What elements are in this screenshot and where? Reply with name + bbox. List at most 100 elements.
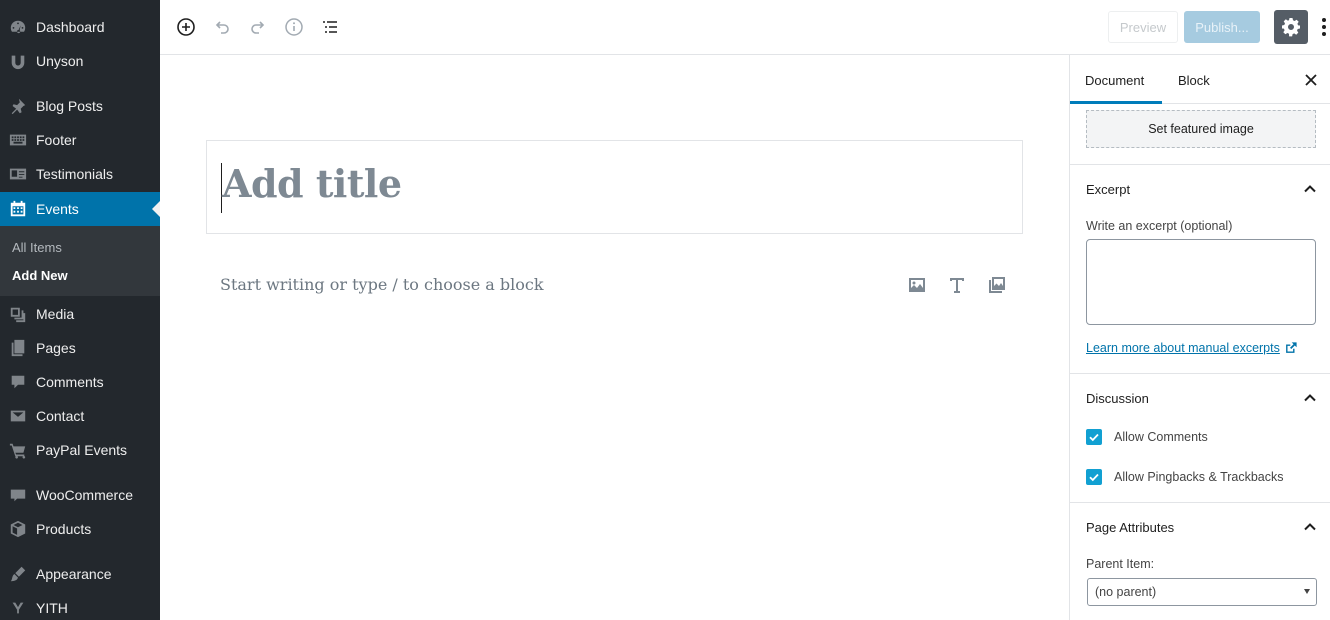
comment-icon (8, 372, 28, 392)
close-icon (1305, 74, 1317, 86)
tab-block[interactable]: Block (1178, 73, 1210, 88)
pages-icon (8, 338, 28, 358)
info-button[interactable] (282, 15, 306, 39)
woocommerce-icon (8, 485, 28, 505)
menu-item-label: Media (36, 306, 75, 322)
redo-button[interactable] (246, 15, 270, 39)
editor-toolbar: Preview Publish... (160, 0, 1330, 55)
heading-icon (950, 278, 964, 293)
add-block-icon (177, 18, 195, 36)
menu-item-media[interactable]: Media (0, 297, 160, 331)
page-attributes-panel-title[interactable]: Page Attributes (1086, 520, 1174, 535)
menu-item-yith[interactable]: YITH (0, 591, 160, 620)
discussion-panel-title[interactable]: Discussion (1086, 391, 1149, 406)
menu-item-comments[interactable]: Comments (0, 365, 160, 399)
parent-item-label: Parent Item: (1086, 557, 1155, 571)
pin-icon (8, 96, 28, 116)
divider (1070, 373, 1330, 374)
gear-icon (1282, 18, 1300, 37)
menu-item-testimonials[interactable]: Testimonials (0, 157, 160, 191)
more-menu-button[interactable] (1318, 13, 1330, 41)
excerpt-panel-title[interactable]: Excerpt (1086, 182, 1130, 197)
menu-item-label: Footer (36, 132, 77, 148)
menu-item-contact[interactable]: Contact (0, 399, 160, 433)
submenu-all-items[interactable]: All Items (12, 240, 62, 255)
menu-item-paypal-events[interactable]: PayPal Events (0, 433, 160, 467)
chevron-up-icon[interactable] (1302, 519, 1318, 535)
learn-more-excerpts-link[interactable]: Learn more about manual excerpts (1086, 341, 1298, 355)
allow-comments-label[interactable]: Allow Comments (1114, 430, 1208, 444)
allow-comments-checkbox[interactable] (1086, 429, 1102, 445)
yith-icon (8, 598, 28, 618)
menu-item-label: Appearance (36, 566, 112, 582)
insert-gallery-button[interactable] (985, 273, 1009, 297)
excerpt-label: Write an excerpt (optional) (1086, 219, 1233, 233)
allow-pingbacks-label[interactable]: Allow Pingbacks & Trackbacks (1114, 470, 1284, 484)
insert-heading-button[interactable] (945, 273, 969, 297)
tab-document[interactable]: Document (1085, 73, 1144, 88)
undo-button[interactable] (210, 15, 234, 39)
calendar-icon (8, 199, 28, 219)
editor-canvas: Add title Start writing or type / to cho… (160, 55, 1069, 620)
menu-item-label: Unyson (36, 53, 84, 69)
insert-image-button[interactable] (905, 273, 929, 297)
menu-item-label: Contact (36, 408, 85, 424)
menu-item-label: Testimonials (36, 166, 114, 182)
checkmark-icon (1089, 473, 1099, 482)
title-placeholder: Add title (222, 161, 402, 206)
mail-icon (8, 406, 28, 426)
menu-item-label: Comments (36, 374, 104, 390)
menu-item-events[interactable]: Events (0, 192, 160, 226)
info-icon (285, 18, 303, 36)
excerpt-textarea[interactable] (1086, 239, 1316, 325)
chevron-up-icon[interactable] (1302, 390, 1318, 406)
parent-item-select[interactable]: (no parent) (1087, 578, 1317, 606)
cart-icon (8, 440, 28, 460)
menu-item-products[interactable]: Products (0, 512, 160, 546)
menu-item-blog-posts[interactable]: Blog Posts (0, 89, 160, 123)
redo-icon (251, 21, 265, 34)
menu-item-label: PayPal Events (36, 442, 128, 458)
external-link-icon (1285, 342, 1297, 353)
id-card-icon (8, 164, 28, 184)
dropdown-arrow-icon (1304, 589, 1310, 594)
menu-item-label: YITH (36, 600, 68, 616)
menu-item-dashboard[interactable]: Dashboard (0, 10, 160, 44)
media-icon (8, 304, 28, 324)
add-block-button[interactable] (174, 15, 198, 39)
chevron-up-icon[interactable] (1302, 181, 1318, 197)
unyson-icon (8, 51, 28, 71)
menu-item-unyson[interactable]: Unyson (0, 44, 160, 78)
menu-item-appearance[interactable]: Appearance (0, 557, 160, 591)
menu-item-label: Blog Posts (36, 98, 103, 114)
learn-more-label: Learn more about manual excerpts (1086, 341, 1280, 355)
sidebar-tabs: Document Block (1070, 55, 1330, 104)
undo-icon (215, 21, 229, 34)
checkmark-icon (1089, 433, 1099, 442)
image-icon (909, 278, 925, 292)
events-submenu: All Items Add New (0, 226, 160, 296)
allow-pingbacks-checkbox[interactable] (1086, 469, 1102, 485)
dashboard-icon (8, 17, 28, 37)
publish-button[interactable]: Publish... (1184, 11, 1260, 43)
gallery-icon (989, 277, 1005, 293)
outline-button[interactable] (318, 15, 342, 39)
menu-item-label: Products (36, 521, 92, 537)
preview-button[interactable]: Preview (1108, 11, 1178, 43)
menu-item-woocommerce[interactable]: WooCommerce (0, 478, 160, 512)
settings-sidebar: Document Block Set featured image Excerp… (1069, 55, 1330, 620)
submenu-add-new[interactable]: Add New (12, 268, 68, 283)
brush-icon (8, 564, 28, 584)
active-tab-indicator (1070, 101, 1162, 104)
menu-item-footer[interactable]: Footer (0, 123, 160, 157)
close-sidebar-button[interactable] (1303, 72, 1319, 88)
admin-sidebar: Dashboard Unyson Blog Posts Footer Testi… (0, 0, 160, 620)
menu-item-pages[interactable]: Pages (0, 331, 160, 365)
set-featured-image-button[interactable]: Set featured image (1086, 110, 1316, 148)
default-block-appender[interactable]: Start writing or type / to choose a bloc… (220, 275, 544, 294)
outline-icon (323, 21, 337, 33)
post-title-field[interactable]: Add title (206, 140, 1023, 234)
menu-item-label: WooCommerce (36, 487, 133, 503)
settings-button[interactable] (1274, 10, 1308, 44)
menu-item-label: Pages (36, 340, 76, 356)
